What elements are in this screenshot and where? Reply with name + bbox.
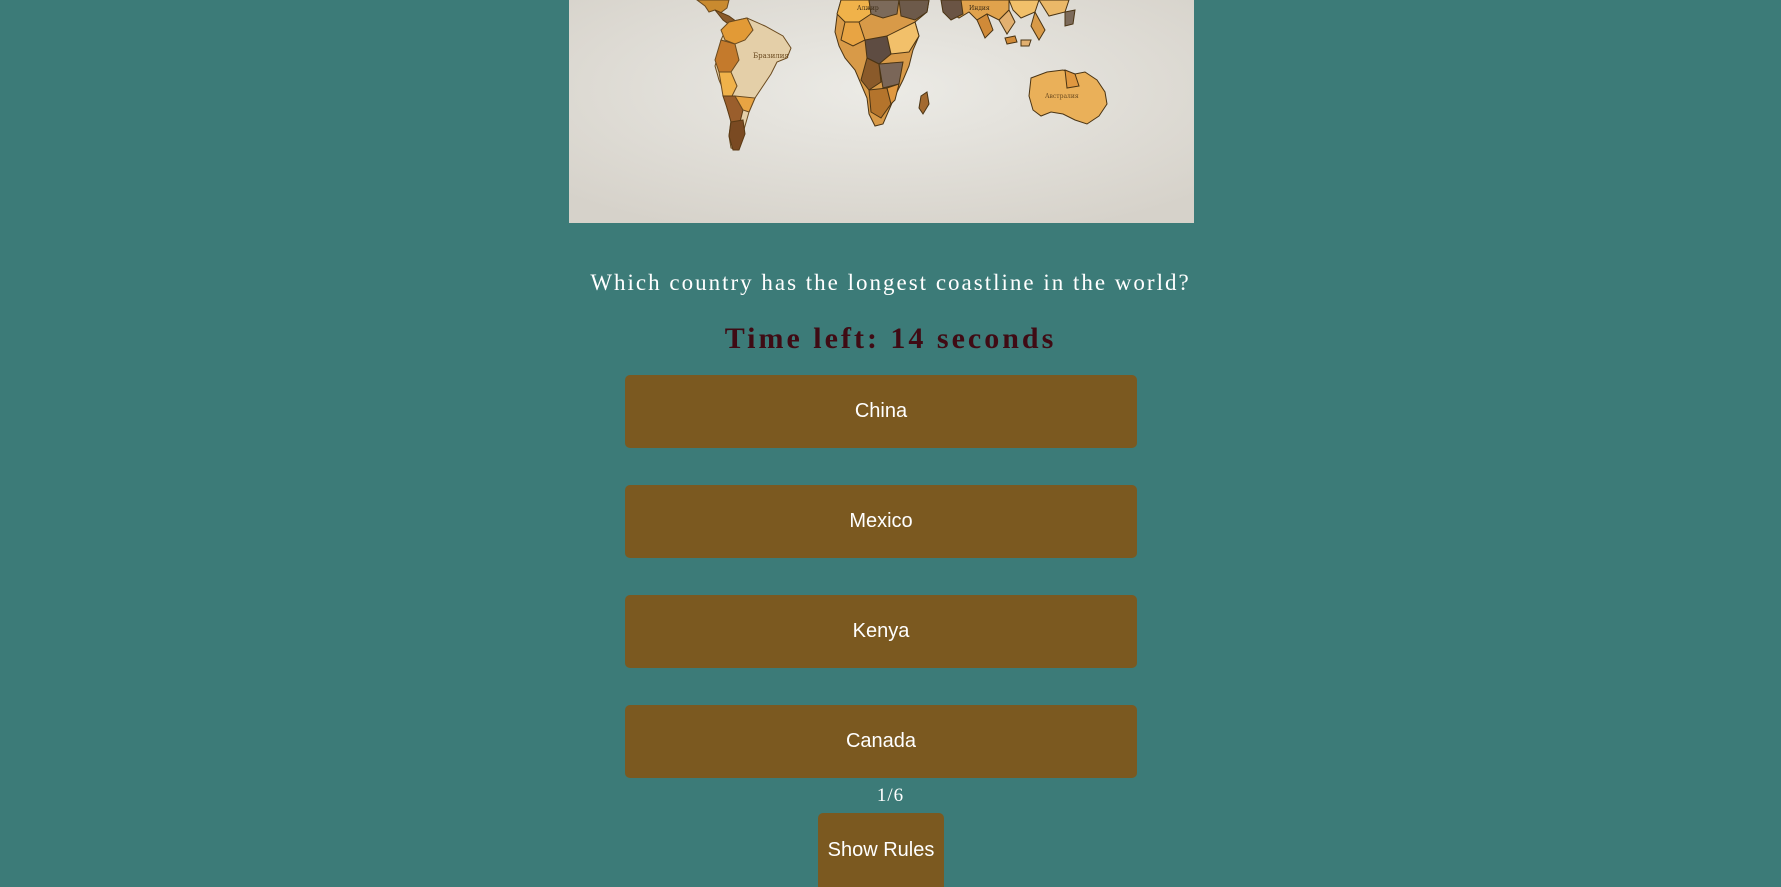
map-label-asia: Индия — [969, 5, 990, 12]
answer-button-canada[interactable]: Canada — [625, 705, 1137, 778]
answer-button-china[interactable]: China — [625, 375, 1137, 448]
map-label-australia: Австралия — [1045, 93, 1079, 100]
answer-button-mexico[interactable]: Mexico — [625, 485, 1137, 558]
map-label-africa: Алжир — [857, 5, 879, 12]
map-label-south-america: Бразилия — [753, 52, 789, 60]
answer-button-kenya[interactable]: Kenya — [625, 595, 1137, 668]
timer-text: Time left: 14 seconds — [724, 322, 1057, 355]
world-map-illustration: Бразилия Алжир Индия Австралия — [569, 0, 1194, 223]
question-progress: 1/6 — [876, 785, 905, 806]
world-map-image: Бразилия Алжир Индия Австралия — [569, 0, 1194, 223]
show-rules-button[interactable]: Show Rules — [818, 813, 944, 887]
question-text: Which country has the longest coastline … — [590, 270, 1191, 295]
